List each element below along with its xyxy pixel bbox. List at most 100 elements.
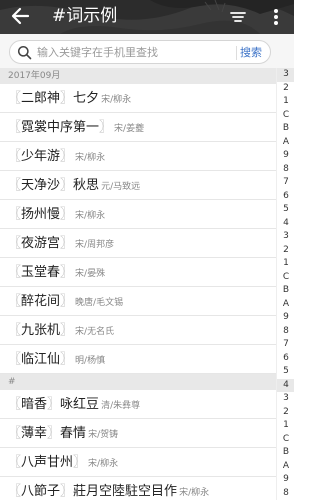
poem-title: 莊月空陸駐空目作 [73, 484, 178, 499]
list-item[interactable]: 〖霓裳中序第一〗 宋/姜夔 [0, 113, 276, 142]
bracket-close: 〗 [73, 455, 87, 470]
bracket-close: 〗 [60, 352, 74, 367]
index-letter[interactable]: 2 [277, 244, 294, 258]
list-item[interactable]: 〖薄幸〗春情 宋/贺铸 [0, 419, 276, 448]
index-letter[interactable]: 6 [277, 190, 294, 204]
index-letter[interactable]: 4 [277, 378, 294, 392]
index-letter[interactable]: B [277, 446, 294, 460]
search-icon [17, 45, 32, 60]
poem-author: 宋/柳永 [75, 153, 106, 163]
top-app-bar: #词示例 [0, 0, 294, 34]
index-letter[interactable]: A [277, 136, 294, 150]
index-letter[interactable]: B [277, 122, 294, 136]
index-letter[interactable]: 6 [277, 352, 294, 366]
bracket-open: 〖 [8, 120, 22, 135]
index-letter[interactable]: 5 [277, 203, 294, 217]
cipai-name: 玉堂春 [21, 265, 61, 280]
list-item[interactable]: 〖扬州慢〗 宋/柳永 [0, 200, 276, 229]
list-item[interactable]: 〖夜游宫〗 宋/周邦彦 [0, 229, 276, 258]
filter-lines-icon[interactable] [228, 7, 248, 27]
bracket-close: 〗 [60, 236, 74, 251]
list-item[interactable]: 〖八声甘州〗 宋/柳永 [0, 448, 276, 477]
index-letter[interactable]: 1 [277, 95, 294, 109]
bracket-close: 〗 [60, 294, 74, 309]
list-item[interactable]: 〖八節子〗莊月空陸駐空目作 宋/柳永 [0, 477, 276, 500]
bracket-open: 〖 [8, 426, 22, 441]
bracket-open: 〖 [8, 178, 22, 193]
index-letter[interactable]: 4 [277, 217, 294, 231]
index-letter[interactable]: 9 [277, 149, 294, 163]
bracket-close: 〗 [60, 91, 74, 106]
index-letter[interactable]: 2 [277, 406, 294, 420]
index-letter[interactable]: 9 [277, 311, 294, 325]
poem-author: 明/杨慎 [75, 356, 106, 366]
more-vertical-icon[interactable] [268, 6, 284, 28]
poem-author: 宋/柳永 [75, 211, 106, 221]
poem-author: 宋/柳永 [88, 459, 119, 469]
poem-author: 宋/贺铸 [88, 430, 119, 440]
index-letter[interactable]: C [277, 109, 294, 123]
app-screen: #词示例 搜索 2017年09月〖二郎神〗七夕宋/柳永〖霓裳中序第一〗宋/姜夔〖… [0, 0, 294, 500]
list-item[interactable]: 〖临江仙〗 明/杨慎 [0, 345, 276, 374]
bracket-close: 〗 [60, 265, 74, 280]
cipai-name: 薄幸 [21, 426, 48, 441]
poem-author: 宋/柳永 [101, 95, 132, 105]
index-letter[interactable]: 7 [277, 176, 294, 190]
list-item[interactable]: 〖二郎神〗七夕 宋/柳永 [0, 84, 276, 113]
index-bar[interactable]: 321CBA987654321CBA987654321CBA98 [276, 68, 294, 500]
bracket-open: 〖 [8, 352, 22, 367]
index-letter[interactable]: 3 [277, 230, 294, 244]
index-letter[interactable]: 3 [277, 392, 294, 406]
bracket-open: 〖 [8, 91, 22, 106]
index-letter[interactable]: 1 [277, 419, 294, 433]
index-letter[interactable]: B [277, 284, 294, 298]
poem-title: 七夕 [73, 91, 100, 106]
list-item[interactable]: 〖玉堂春〗 宋/晏殊 [0, 258, 276, 287]
index-letter[interactable]: 8 [277, 163, 294, 177]
index-letter[interactable]: 3 [277, 68, 294, 82]
cipai-name: 扬州慢 [21, 207, 61, 222]
cipai-name: 霓裳中序第一 [21, 120, 100, 135]
poem-title: 春情 [60, 426, 87, 441]
index-letter[interactable]: A [277, 460, 294, 474]
index-letter[interactable]: 2 [277, 82, 294, 96]
index-letter[interactable]: 1 [277, 257, 294, 271]
cipai-name: 少年游 [21, 149, 61, 164]
poem-author: 宋/柳永 [179, 488, 210, 498]
page-title: #词示例 [52, 6, 118, 26]
index-letter[interactable]: 8 [277, 487, 294, 500]
cipai-name: 暗香 [21, 397, 48, 412]
poem-author: 元/马致远 [101, 182, 141, 192]
search-input[interactable] [37, 44, 227, 61]
search-button[interactable]: 搜索 [240, 44, 262, 61]
index-letter[interactable]: C [277, 433, 294, 447]
index-letter[interactable]: 7 [277, 338, 294, 352]
index-letter[interactable]: 8 [277, 325, 294, 339]
index-letter[interactable]: 9 [277, 473, 294, 487]
cipai-name: 夜游宫 [21, 236, 61, 251]
search-bar: 搜索 [0, 34, 294, 68]
poem-author: 宋/姜夔 [114, 124, 145, 134]
ci-list[interactable]: 2017年09月 〖二郎神〗七夕 宋/柳永 〖霓裳中序第一〗 宋/姜夔 〖少年游〗 宋/柳永… [0, 68, 276, 500]
bracket-open: 〖 [8, 265, 22, 280]
back-arrow-icon[interactable] [8, 3, 34, 29]
search-box: 搜索 [9, 40, 271, 64]
bracket-open: 〖 [8, 455, 22, 470]
search-divider [236, 46, 237, 60]
section-header: 2017年09月 [0, 68, 276, 84]
list-item[interactable]: 〖天净沙〗秋思 元/马致远 [0, 171, 276, 200]
bracket-open: 〖 [8, 323, 22, 338]
list-item[interactable]: 〖暗香〗咏红豆 清/朱彝尊 [0, 390, 276, 419]
index-letter[interactable]: 5 [277, 365, 294, 379]
poem-author: 晚唐/毛文锡 [75, 298, 124, 308]
index-letter[interactable]: A [277, 298, 294, 312]
bracket-open: 〖 [8, 149, 22, 164]
index-letter[interactable]: C [277, 271, 294, 285]
cipai-name: 九张机 [21, 323, 61, 338]
list-item[interactable]: 〖少年游〗 宋/柳永 [0, 142, 276, 171]
bracket-open: 〖 [8, 294, 22, 309]
list-item[interactable]: 〖醉花间〗 晚唐/毛文锡 [0, 287, 276, 316]
cipai-name: 临江仙 [21, 352, 61, 367]
bracket-close: 〗 [47, 397, 61, 412]
list-item[interactable]: 〖九张机〗 宋/无名氏 [0, 316, 276, 345]
